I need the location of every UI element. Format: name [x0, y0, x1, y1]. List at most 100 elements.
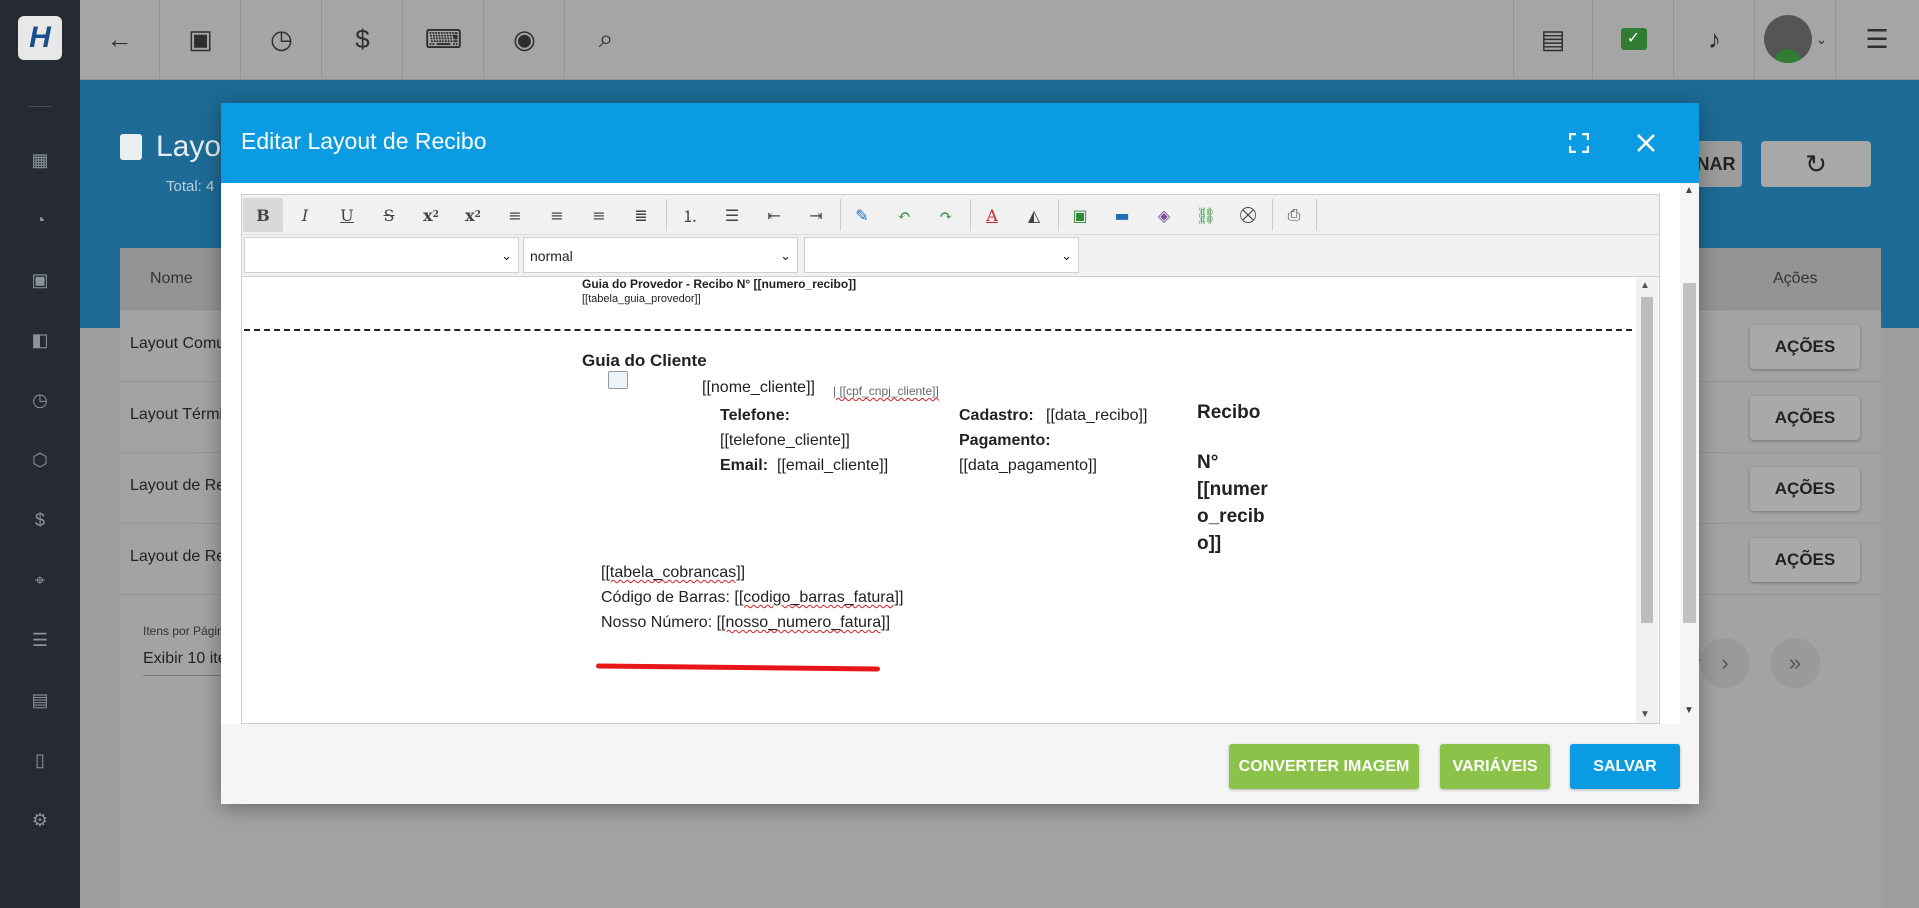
- editor-document[interactable]: Guia do Provedor - Recibo N° [[numero_re…: [242, 277, 1636, 723]
- search-icon[interactable]: ⌕: [566, 0, 646, 78]
- strikethrough-icon[interactable]: S: [369, 198, 409, 232]
- close-icon[interactable]: [1628, 125, 1664, 161]
- layout-icon[interactable]: ◧: [0, 320, 80, 360]
- page-title: Layo: [120, 130, 221, 164]
- our-number-variable: [[nosso_numero_fatura]]: [716, 614, 891, 631]
- items-per-page-label: Itens por Págin: [143, 624, 224, 638]
- red-highlight-underline: [595, 663, 881, 672]
- clear-format-icon[interactable]: ✎: [842, 198, 882, 232]
- align-justify-icon[interactable]: ≣: [621, 198, 661, 232]
- insert-table-icon[interactable]: ◈: [1144, 198, 1184, 232]
- editor-scroll-thumb[interactable]: [1641, 297, 1653, 623]
- print-icon[interactable]: ⎙: [1274, 198, 1314, 232]
- dollar-icon[interactable]: $: [323, 0, 403, 78]
- outdent-icon[interactable]: ⇤: [754, 198, 794, 232]
- settings-gear-icon[interactable]: ⚙: [0, 800, 80, 840]
- edit-receipt-layout-modal: Editar Layout de Recibo B I U S x2 x2 ≡ …: [221, 103, 1699, 804]
- calendar-icon[interactable]: ◷: [242, 0, 322, 78]
- modal-scroll-thumb[interactable]: [1683, 283, 1696, 623]
- pdf-icon[interactable]: ▤: [1513, 0, 1593, 78]
- check-message-icon[interactable]: ✓: [1594, 0, 1674, 78]
- row-name: Layout Términ: [130, 406, 232, 423]
- actions-button[interactable]: AÇÕES: [1750, 325, 1860, 369]
- location-icon[interactable]: ⌖: [0, 560, 80, 600]
- barcode-line: Código de Barras: [[codigo_barras_fatura…: [601, 589, 903, 607]
- avatar: [1763, 15, 1812, 63]
- list-doc-icon[interactable]: ☰: [0, 620, 80, 660]
- font-color-icon[interactable]: A: [972, 198, 1012, 232]
- font-size-select[interactable]: normal ⌄: [523, 237, 798, 273]
- scroll-down-icon[interactable]: ▼: [1640, 709, 1650, 720]
- list-icon[interactable]: ☰: [1837, 0, 1917, 78]
- editor-scrollbar[interactable]: ▲ ▼: [1636, 277, 1658, 723]
- modal-title: Editar Layout de Recibo: [241, 128, 487, 154]
- fullscreen-icon[interactable]: [1561, 125, 1597, 161]
- page-title-text: Layo: [156, 130, 222, 163]
- last-page-icon[interactable]: »: [1770, 638, 1820, 688]
- server-icon[interactable]: ▤: [0, 680, 80, 720]
- toolbar-divider: [1058, 199, 1059, 231]
- align-left-icon[interactable]: ≡: [495, 198, 535, 232]
- chevron-down-icon: ⌄: [1815, 30, 1828, 47]
- file-icon[interactable]: ▯: [0, 740, 80, 780]
- calendar-clock-icon[interactable]: ◷: [0, 380, 80, 420]
- align-center-icon[interactable]: ≡: [537, 198, 577, 232]
- insert-image-icon[interactable]: ▣: [1060, 198, 1100, 232]
- scroll-down-icon[interactable]: ▼: [1684, 705, 1694, 716]
- eye-icon[interactable]: ◉: [485, 0, 565, 78]
- scroll-up-icon[interactable]: ▲: [1684, 185, 1694, 196]
- client-name-variable: [[nome_cliente]]: [702, 379, 815, 396]
- contact-card-icon[interactable]: ▣: [161, 0, 241, 78]
- broken-image-icon: [608, 371, 628, 389]
- horizontal-rule-icon[interactable]: ▬: [1102, 198, 1142, 232]
- app-logo[interactable]: H: [18, 16, 62, 60]
- scroll-up-icon[interactable]: ▲: [1640, 280, 1650, 291]
- convert-image-button[interactable]: CONVERTER IMAGEM: [1229, 744, 1419, 789]
- bell-icon[interactable]: ♪: [1675, 0, 1755, 78]
- toolbar-divider: [840, 199, 841, 231]
- barcode-variable: [[codigo_barras_fatura]]: [734, 589, 904, 606]
- contacts-icon[interactable]: ▣: [0, 260, 80, 300]
- email-label: Email:: [720, 457, 769, 474]
- save-button[interactable]: SALVAR: [1570, 744, 1680, 789]
- pie-chart-icon[interactable]: ◔: [0, 200, 80, 240]
- provider-table-variable: [[tabela_guia_provedor]]: [582, 293, 701, 305]
- highlight-icon[interactable]: ◭: [1014, 198, 1054, 232]
- actions-button[interactable]: AÇÕES: [1750, 467, 1860, 511]
- undo-icon[interactable]: ↶: [884, 198, 924, 232]
- sidebar-divider: [28, 106, 52, 107]
- unlink-icon[interactable]: ⛒: [1228, 198, 1268, 232]
- document-icon: [120, 134, 142, 160]
- modal-scrollbar[interactable]: ▲ ▼: [1680, 183, 1699, 724]
- underline-icon[interactable]: U: [327, 198, 367, 232]
- money-icon[interactable]: $: [0, 500, 80, 540]
- superscript-icon[interactable]: x2: [453, 198, 493, 232]
- receipt-number-line: [[numer: [1197, 479, 1268, 500]
- dashboard-icon[interactable]: ▦: [0, 140, 80, 180]
- rich-text-editor: B I U S x2 x2 ≡ ≡ ≡ ≣ ⒈ ☰ ⇤ ⇥ ✎ ↶ ↷ A ◭ …: [241, 194, 1660, 724]
- box-icon[interactable]: ⬡: [0, 440, 80, 480]
- subscript-icon[interactable]: x2: [411, 198, 451, 232]
- unordered-list-icon[interactable]: ☰: [712, 198, 752, 232]
- align-right-icon[interactable]: ≡: [579, 198, 619, 232]
- ordered-list-icon[interactable]: ⒈: [670, 198, 710, 232]
- insert-link-icon[interactable]: ⛓: [1186, 198, 1226, 232]
- actions-button[interactable]: AÇÕES: [1750, 538, 1860, 582]
- user-menu[interactable]: ⌄: [1756, 0, 1836, 78]
- variables-button[interactable]: VARIÁVEIS: [1440, 744, 1550, 789]
- toolbar-divider: [1316, 199, 1317, 231]
- paragraph-format-select[interactable]: ⌄: [804, 237, 1079, 273]
- toolbar-divider: [1272, 199, 1273, 231]
- italic-icon[interactable]: I: [285, 198, 325, 232]
- bold-icon[interactable]: B: [243, 198, 283, 232]
- column-header-nome[interactable]: Nome: [150, 270, 193, 288]
- actions-button[interactable]: AÇÕES: [1750, 396, 1860, 440]
- indent-icon[interactable]: ⇥: [796, 198, 836, 232]
- font-family-select[interactable]: ⌄: [244, 237, 519, 273]
- modal-footer: CONVERTER IMAGEM VARIÁVEIS SALVAR: [221, 724, 1699, 804]
- back-arrow-icon[interactable]: ←: [80, 0, 160, 78]
- refresh-icon[interactable]: ↻: [1761, 141, 1871, 187]
- next-page-icon[interactable]: ›: [1700, 638, 1750, 688]
- redo-icon[interactable]: ↷: [926, 198, 966, 232]
- terminal-icon[interactable]: ⌨: [404, 0, 484, 78]
